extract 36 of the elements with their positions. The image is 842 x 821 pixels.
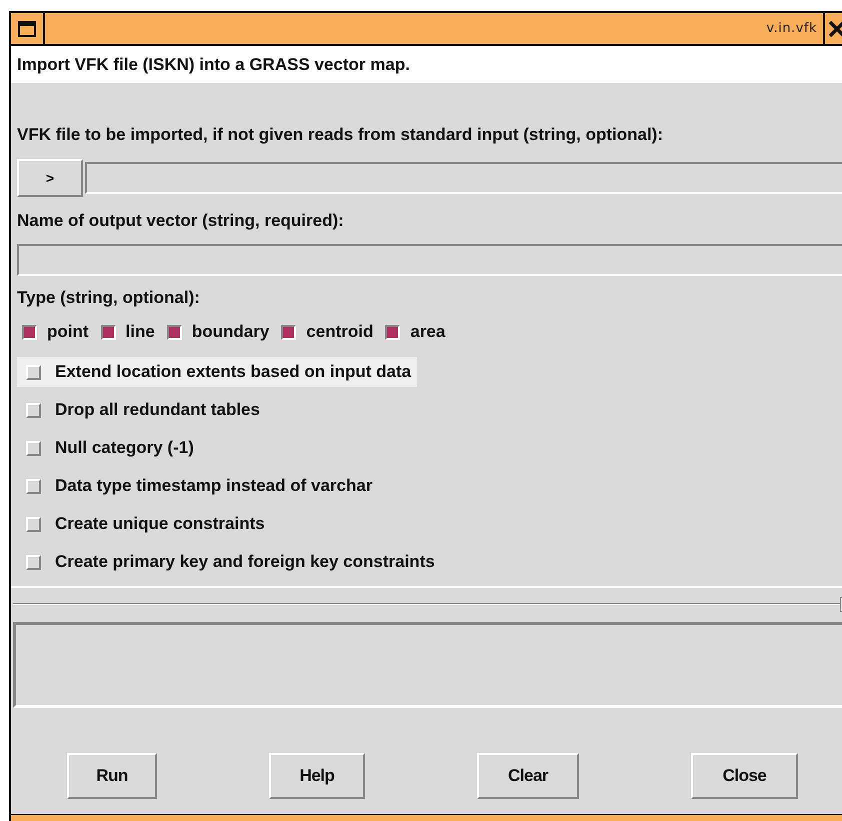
checkbox-label: Null category (-1)	[55, 438, 194, 458]
checkbox-label: area	[410, 322, 446, 342]
checkbox-label: centroid	[306, 322, 374, 342]
checkbox-label: Drop all redundant tables	[55, 400, 260, 420]
action-button[interactable]: Run	[67, 753, 157, 799]
field-label: Name of output vector (string, required):	[16, 210, 345, 232]
window-title: v.in.vfk	[765, 20, 818, 38]
field-label: VFK file to be imported, if not given reads from standard input (string, optional):	[16, 124, 664, 146]
close-icon[interactable]	[829, 20, 842, 36]
checkbox-label: point	[47, 322, 89, 342]
checkbox-label: Create unique constraints	[55, 514, 265, 534]
checkbox-label: Create primary key and foreign key constraints	[55, 552, 435, 572]
field-label: Type (string, optional):	[16, 287, 201, 309]
checkbox[interactable]	[385, 324, 400, 340]
flag-option[interactable]: Extend location extents based on input data	[17, 357, 418, 387]
checkbox[interactable]	[166, 324, 182, 340]
browse-button[interactable]: >	[17, 159, 83, 197]
input-field[interactable]	[85, 162, 842, 194]
checkbox[interactable]	[281, 324, 296, 340]
checkbox-label: line	[126, 322, 155, 342]
flag-option[interactable]: Data type timestamp instead of varchar	[17, 471, 378, 501]
flag-option[interactable]: Null category (-1)	[17, 433, 200, 463]
checkbox-label: Data type timestamp instead of varchar	[55, 476, 372, 496]
checkbox[interactable]	[100, 324, 116, 340]
action-button[interactable]: Close	[691, 753, 798, 799]
checkbox[interactable]	[22, 324, 37, 340]
checkbox-label: boundary	[192, 322, 270, 342]
input-field[interactable]	[17, 244, 842, 276]
module-description: Import VFK file (ISKN) into a GRASS vector map.	[11, 46, 842, 83]
checkbox-label: Extend location extents based on input data	[55, 362, 412, 382]
flag-option[interactable]: Drop all redundant tables	[17, 395, 266, 425]
action-button[interactable]: Clear	[477, 753, 579, 799]
flag-option[interactable]: Create unique constraints	[17, 509, 271, 539]
window-menu-icon[interactable]	[18, 20, 36, 36]
flag-option[interactable]: Create primary key and foreign key constraints	[17, 547, 441, 577]
action-button[interactable]: Help	[269, 753, 365, 799]
